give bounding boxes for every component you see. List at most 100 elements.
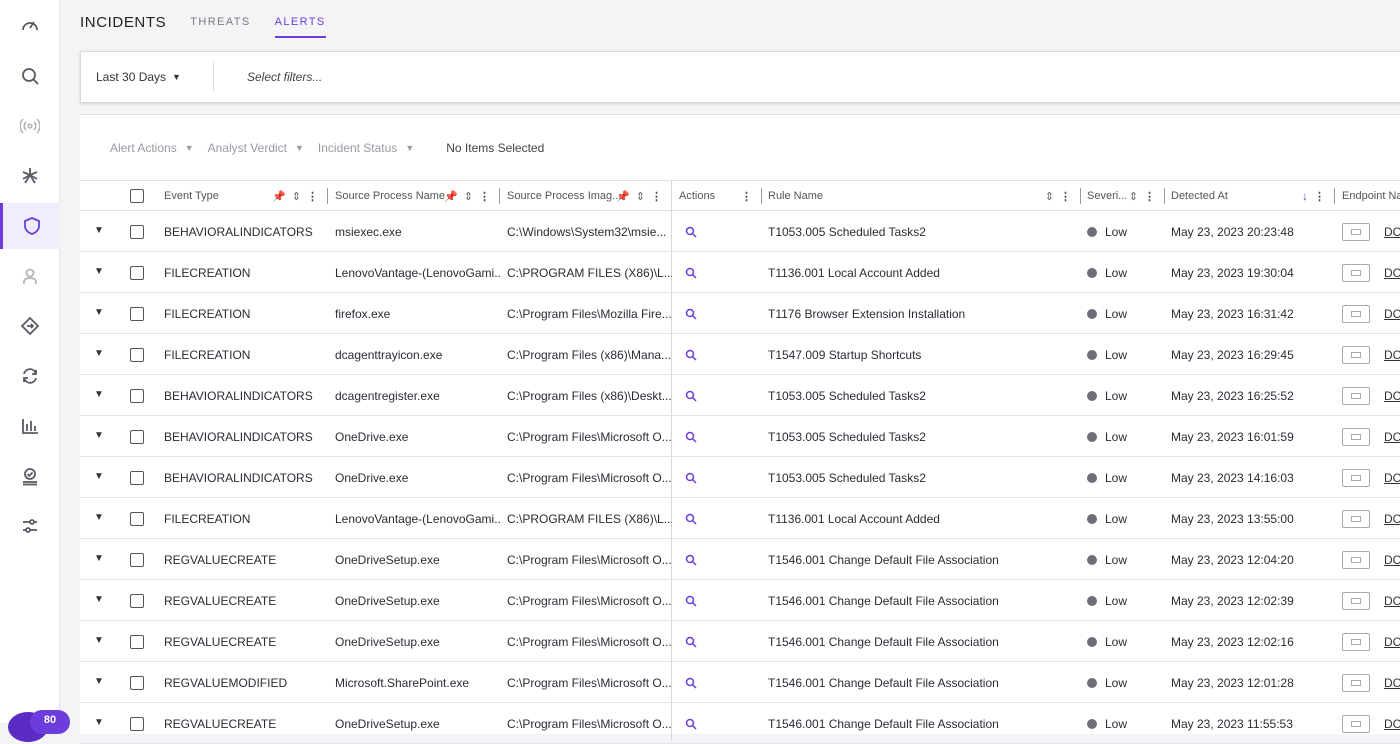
col-severity[interactable]: Severi... ⇕ ⋮: [1087, 181, 1165, 211]
expand-row-chevron-icon[interactable]: ▼: [94, 389, 104, 400]
incident-status-dropdown[interactable]: Incident Status ▼: [318, 141, 414, 155]
column-divider[interactable]: [1164, 188, 1165, 204]
investigate-icon[interactable]: [685, 554, 697, 566]
investigate-icon[interactable]: [685, 226, 697, 238]
sort-icon[interactable]: ⇕: [1129, 190, 1138, 203]
investigate-icon[interactable]: [685, 677, 697, 689]
expand-row-chevron-icon[interactable]: ▼: [94, 594, 104, 605]
user-check-icon[interactable]: [0, 456, 60, 496]
sort-icon[interactable]: ⇕: [1045, 190, 1054, 203]
radar-icon[interactable]: [0, 106, 60, 146]
col-source-process-name[interactable]: Source Process Name 📌 ⇕ ⋮: [335, 181, 500, 211]
pin-icon[interactable]: 📌: [272, 190, 286, 203]
row-checkbox[interactable]: [130, 306, 144, 321]
investigate-icon[interactable]: [685, 390, 697, 402]
row-checkbox[interactable]: [130, 388, 144, 403]
table-row[interactable]: ▼ FILECREATION LenovoVantage-(LenovoGami…: [80, 498, 1400, 539]
tab-threats[interactable]: THREATS: [190, 0, 250, 44]
col-event-type[interactable]: Event Type 📌 ⇕ ⋮: [164, 181, 328, 211]
expand-row-chevron-icon[interactable]: ▼: [94, 225, 104, 236]
investigate-icon[interactable]: [685, 595, 697, 607]
endpoint-link[interactable]: DC: [1384, 594, 1400, 608]
table-row[interactable]: ▼ BEHAVIORALINDICATORS OneDrive.exe C:\P…: [80, 416, 1400, 457]
endpoint-link[interactable]: DC: [1384, 635, 1400, 649]
alert-actions-dropdown[interactable]: Alert Actions ▼: [110, 141, 194, 155]
endpoint-link[interactable]: DC: [1384, 389, 1400, 403]
endpoint-link[interactable]: DC: [1384, 717, 1400, 731]
col-actions[interactable]: Actions ⋮: [679, 181, 762, 211]
column-menu-icon[interactable]: ⋮: [479, 190, 490, 203]
endpoint-link[interactable]: DC: [1384, 225, 1400, 239]
table-row[interactable]: ▼ FILECREATION firefox.exe C:\Program Fi…: [80, 293, 1400, 334]
expand-row-chevron-icon[interactable]: ▼: [94, 676, 104, 687]
expand-row-chevron-icon[interactable]: ▼: [94, 512, 104, 523]
table-row[interactable]: ▼ BEHAVIORALINDICATORS OneDrive.exe C:\P…: [80, 457, 1400, 498]
row-checkbox[interactable]: [130, 347, 144, 362]
column-divider[interactable]: [1334, 188, 1335, 204]
row-checkbox[interactable]: [130, 675, 144, 690]
table-row[interactable]: ▼ BEHAVIORALINDICATORS msiexec.exe C:\Wi…: [80, 211, 1400, 252]
column-menu-icon[interactable]: ⋮: [1314, 190, 1325, 203]
expand-row-chevron-icon[interactable]: ▼: [94, 635, 104, 646]
user-icon[interactable]: [0, 256, 60, 296]
column-menu-icon[interactable]: ⋮: [741, 190, 752, 203]
shield-icon[interactable]: [0, 203, 60, 249]
row-checkbox[interactable]: [130, 593, 144, 608]
date-range-dropdown[interactable]: Last 30 Days ▼: [81, 62, 214, 92]
investigate-icon[interactable]: [685, 267, 697, 279]
investigate-icon[interactable]: [685, 349, 697, 361]
expand-row-chevron-icon[interactable]: ▼: [94, 430, 104, 441]
diamond-arrow-icon[interactable]: [0, 306, 60, 346]
select-all-checkbox[interactable]: [130, 189, 144, 203]
investigate-icon[interactable]: [685, 636, 697, 648]
investigate-icon[interactable]: [685, 718, 697, 730]
row-checkbox[interactable]: [130, 716, 144, 731]
endpoint-link[interactable]: DC: [1384, 512, 1400, 526]
sort-icon[interactable]: ⇕: [292, 190, 301, 203]
column-divider[interactable]: [327, 188, 328, 204]
column-menu-icon[interactable]: ⋮: [1060, 190, 1071, 203]
table-row[interactable]: ▼ FILECREATION LenovoVantage-(LenovoGami…: [80, 252, 1400, 293]
expand-row-chevron-icon[interactable]: ▼: [94, 471, 104, 482]
sort-icon[interactable]: ⇕: [464, 190, 473, 203]
sort-descending-icon[interactable]: ↓: [1302, 189, 1308, 203]
sliders-icon[interactable]: [0, 506, 60, 546]
column-menu-icon[interactable]: ⋮: [307, 190, 318, 203]
endpoint-link[interactable]: DC: [1384, 553, 1400, 567]
column-divider[interactable]: [499, 188, 500, 204]
table-row[interactable]: ▼ REGVALUECREATE OneDriveSetup.exe C:\Pr…: [80, 621, 1400, 662]
column-menu-icon[interactable]: ⋮: [651, 190, 662, 203]
pin-icon[interactable]: 📌: [444, 190, 458, 203]
search-icon[interactable]: [0, 56, 60, 96]
table-row[interactable]: ▼ REGVALUEMODIFIED Microsoft.SharePoint.…: [80, 662, 1400, 703]
col-detected-at[interactable]: Detected At ↓ ⋮: [1171, 181, 1335, 211]
endpoint-link[interactable]: DC: [1384, 266, 1400, 280]
column-divider[interactable]: [761, 188, 762, 204]
row-checkbox[interactable]: [130, 470, 144, 485]
expand-row-chevron-icon[interactable]: ▼: [94, 348, 104, 359]
row-checkbox[interactable]: [130, 429, 144, 444]
table-row[interactable]: ▼ REGVALUECREATE OneDriveSetup.exe C:\Pr…: [80, 580, 1400, 621]
column-divider[interactable]: [1080, 188, 1081, 204]
row-checkbox[interactable]: [130, 552, 144, 567]
row-checkbox[interactable]: [130, 511, 144, 526]
endpoint-link[interactable]: DC: [1384, 471, 1400, 485]
investigate-icon[interactable]: [685, 431, 697, 443]
notification-badge[interactable]: 80: [30, 710, 70, 734]
expand-row-chevron-icon[interactable]: ▼: [94, 307, 104, 318]
analyst-verdict-dropdown[interactable]: Analyst Verdict ▼: [208, 141, 304, 155]
bar-chart-icon[interactable]: [0, 406, 60, 446]
endpoint-link[interactable]: DC: [1384, 430, 1400, 444]
investigate-icon[interactable]: [685, 308, 697, 320]
expand-row-chevron-icon[interactable]: ▼: [94, 553, 104, 564]
column-menu-icon[interactable]: ⋮: [1144, 190, 1155, 203]
dashboard-icon[interactable]: [0, 6, 60, 46]
pin-icon[interactable]: 📌: [616, 190, 630, 203]
table-row[interactable]: ▼ REGVALUECREATE OneDriveSetup.exe C:\Pr…: [80, 539, 1400, 580]
col-source-process-image[interactable]: Source Process Imag... 📌 ⇕ ⋮: [507, 181, 672, 211]
endpoint-link[interactable]: DC: [1384, 676, 1400, 690]
sync-icon[interactable]: [0, 356, 60, 396]
tab-alerts[interactable]: ALERTS: [274, 0, 326, 44]
filter-input[interactable]: Select filters...: [247, 70, 322, 84]
asterisk-icon[interactable]: [0, 156, 60, 196]
